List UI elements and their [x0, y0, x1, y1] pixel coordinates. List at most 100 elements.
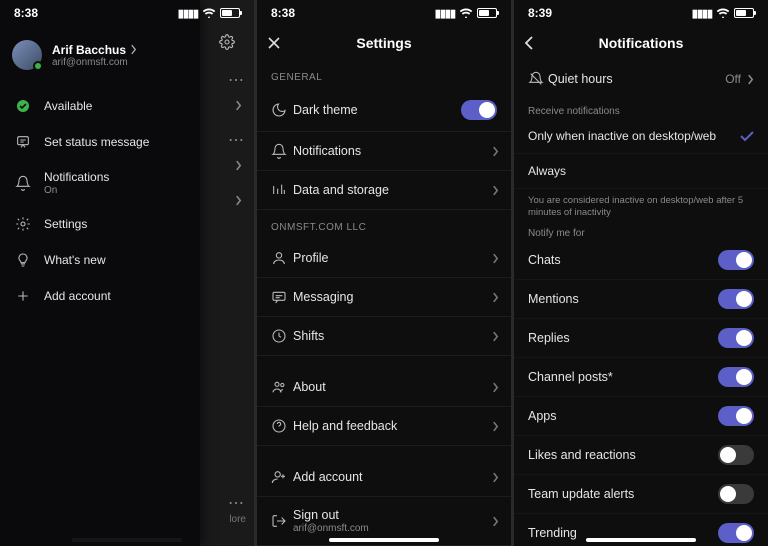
settings-row[interactable]: Dark theme	[257, 89, 511, 132]
notify-toggle-row[interactable]: Channel posts*	[514, 358, 768, 397]
notify-toggle-label: Trending	[528, 526, 577, 540]
toggle[interactable]	[718, 328, 754, 348]
notify-toggle-label: Channel posts*	[528, 370, 613, 384]
sidebar-item[interactable]: Available	[0, 88, 200, 124]
chevron-right-icon	[492, 253, 499, 264]
message-icon	[271, 289, 293, 305]
truncated-label[interactable]: lore	[229, 514, 246, 525]
toggle[interactable]	[718, 250, 754, 270]
settings-row[interactable]: Help and feedback	[257, 407, 511, 446]
notify-toggle-row[interactable]: Mentions	[514, 280, 768, 319]
toggle[interactable]	[718, 523, 754, 543]
home-indicator[interactable]	[586, 538, 696, 542]
chevron-right-icon[interactable]	[235, 160, 242, 171]
notify-section-title: Notify me for	[514, 226, 768, 241]
sidebar-item[interactable]: NotificationsOn	[0, 160, 200, 206]
sidebar-item[interactable]: Settings	[0, 206, 200, 242]
moon-icon	[271, 102, 293, 118]
sidebar-item[interactable]: Add account	[0, 278, 200, 314]
close-button[interactable]	[267, 26, 281, 60]
gear-icon	[14, 216, 32, 232]
receive-option[interactable]: Only when inactive on desktop/web	[514, 119, 768, 154]
receive-option-label: Only when inactive on desktop/web	[528, 129, 716, 143]
presence-available-icon	[14, 98, 32, 114]
settings-row[interactable]: Add account	[257, 458, 511, 497]
quiet-hours-row[interactable]: Quiet hours Off	[514, 60, 768, 98]
header-gear[interactable]	[200, 26, 254, 58]
chevron-right-icon[interactable]	[235, 195, 242, 206]
chevron-right-icon	[492, 421, 499, 432]
settings-row-label: Notifications	[293, 144, 361, 158]
notifications-header: Notifications	[514, 26, 768, 60]
status-message-icon	[14, 134, 32, 150]
battery-icon	[477, 8, 497, 18]
settings-row[interactable]: About	[257, 368, 511, 407]
quiet-hours-icon	[528, 71, 548, 87]
plus-icon	[14, 288, 32, 304]
chevron-right-icon	[492, 516, 499, 527]
settings-row-label: Add account	[293, 470, 363, 484]
notify-toggle-row[interactable]: Replies	[514, 319, 768, 358]
home-indicator[interactable]	[329, 538, 439, 542]
section-title: GENERAL	[257, 60, 511, 89]
profile-header[interactable]: Arif Bacchus arif@onmsft.com	[0, 26, 200, 82]
section-title: ONMSFT.COM LLC	[257, 210, 511, 239]
settings-row-sublabel: arif@onmsft.com	[293, 523, 369, 534]
sidebar-item[interactable]: Set status message	[0, 124, 200, 160]
receive-option-label: Always	[528, 164, 566, 178]
settings-row[interactable]: Data and storage	[257, 171, 511, 210]
toggle[interactable]	[718, 445, 754, 465]
wifi-icon	[202, 8, 216, 18]
status-icons: ▮▮▮▮	[178, 7, 240, 20]
phone-sidebar-screen: ⋯ ⋯ ⋯ lore 8:38 ▮▮▮▮ Arif Bacchus arif@o…	[0, 0, 254, 546]
notify-toggle-row[interactable]: Chats	[514, 241, 768, 280]
status-icons: ▮▮▮▮	[692, 7, 754, 20]
receive-section-title: Receive notifications	[514, 98, 768, 119]
notify-toggle-row[interactable]: Team update alerts	[514, 475, 768, 514]
signout-icon	[271, 513, 293, 529]
settings-row[interactable]: Profile	[257, 239, 511, 278]
notify-toggle-row[interactable]: Apps	[514, 397, 768, 436]
page-title: Notifications	[599, 35, 684, 51]
toggle[interactable]	[718, 367, 754, 387]
sidebar-item[interactable]: What's new	[0, 242, 200, 278]
sidebar-drawer: Arif Bacchus arif@onmsft.com AvailableSe…	[0, 0, 200, 546]
overflow-icon[interactable]: ⋯	[214, 130, 244, 150]
status-bar: 8:38 ▮▮▮▮	[0, 0, 254, 26]
battery-icon	[734, 8, 754, 18]
sidebar-item-label: What's new	[44, 253, 106, 267]
overflow-icon[interactable]: ⋯	[214, 493, 244, 513]
notify-toggle-label: Team update alerts	[528, 487, 634, 501]
shifts-icon	[271, 328, 293, 344]
chevron-right-icon	[130, 44, 137, 55]
settings-row[interactable]: Notifications	[257, 132, 511, 171]
overflow-icon[interactable]: ⋯	[214, 70, 244, 90]
receive-option[interactable]: Always	[514, 154, 768, 189]
settings-row[interactable]: Messaging	[257, 278, 511, 317]
presence-dot	[33, 61, 43, 71]
chevron-right-icon[interactable]	[235, 100, 242, 111]
notify-toggle-label: Likes and reactions	[528, 448, 636, 462]
phone-settings-screen: 8:38 ▮▮▮▮ Settings GENERALDark themeNoti…	[257, 0, 511, 546]
wifi-icon	[459, 8, 473, 18]
sidebar-item-sublabel: On	[44, 185, 109, 196]
settings-row[interactable]: Shifts	[257, 317, 511, 356]
teams-icon	[271, 379, 293, 395]
settings-row-label: Shifts	[293, 329, 324, 343]
toggle[interactable]	[718, 406, 754, 426]
quiet-hours-label: Quiet hours	[548, 72, 613, 86]
toggle[interactable]	[718, 289, 754, 309]
notify-toggle-label: Replies	[528, 331, 570, 345]
chevron-right-icon	[492, 472, 499, 483]
storage-icon	[271, 182, 293, 198]
quiet-hours-value: Off	[725, 72, 741, 86]
settings-row-label: Dark theme	[293, 103, 358, 117]
toggle[interactable]	[718, 484, 754, 504]
clock: 8:38	[14, 6, 38, 20]
back-button[interactable]	[524, 26, 534, 60]
wifi-icon	[716, 8, 730, 18]
notify-toggle-row[interactable]: Likes and reactions	[514, 436, 768, 475]
toggle[interactable]	[461, 100, 497, 120]
signal-icon: ▮▮▮▮	[692, 7, 712, 20]
chevron-right-icon	[492, 382, 499, 393]
